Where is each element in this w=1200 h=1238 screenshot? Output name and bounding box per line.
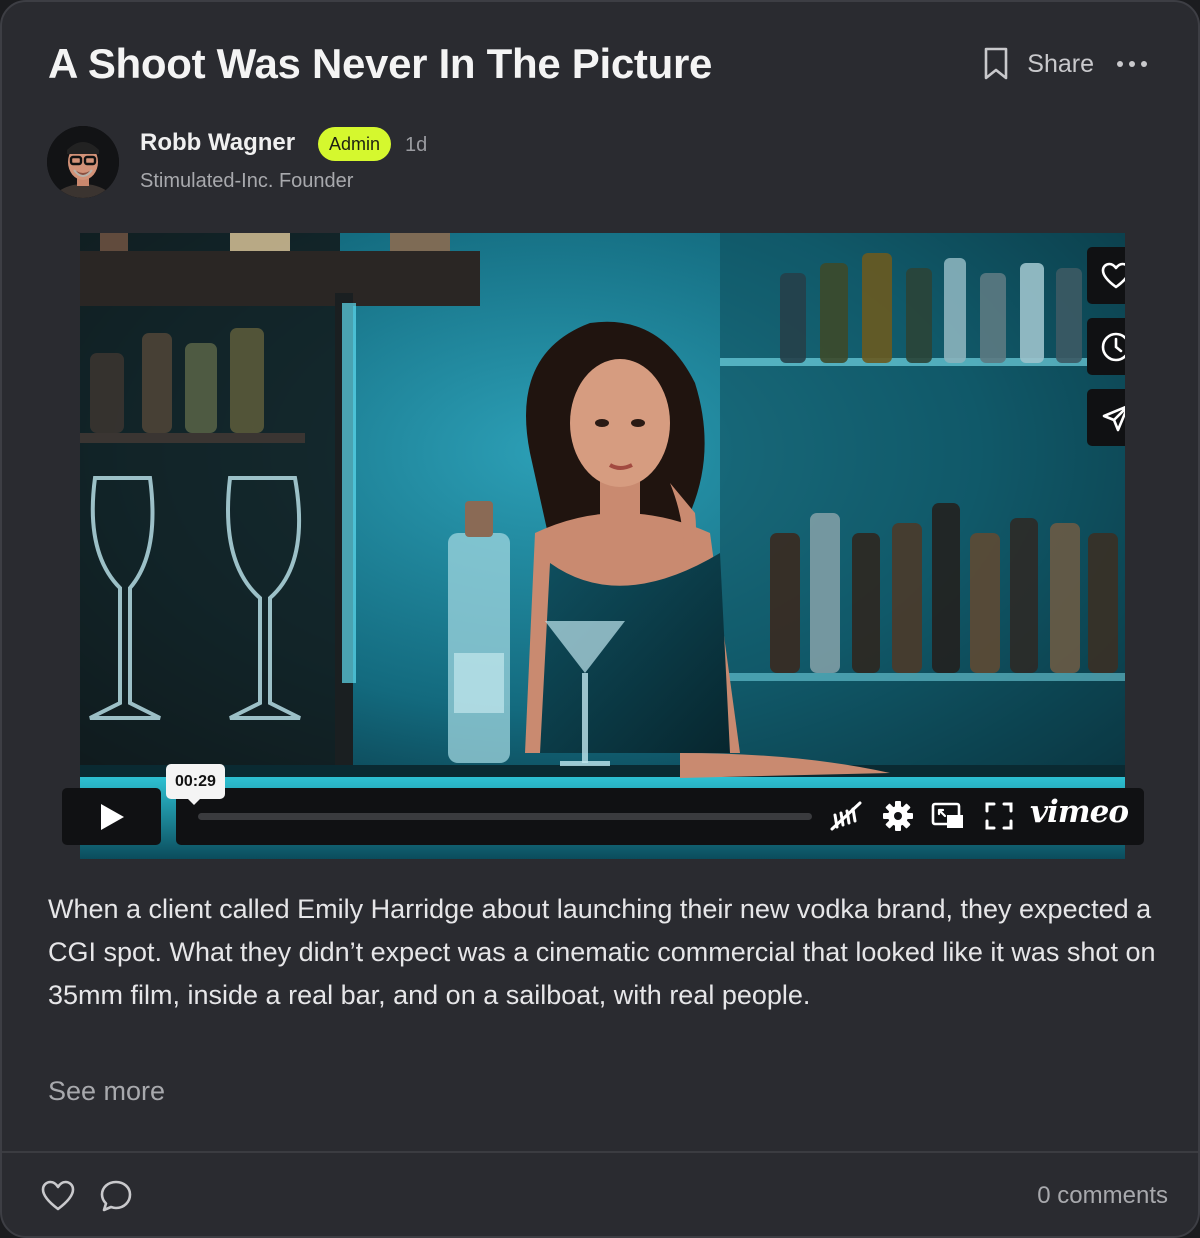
- comments-count[interactable]: 0 comments: [1037, 1182, 1168, 1210]
- video-frame: [80, 233, 1125, 859]
- like-button[interactable]: [39, 1177, 77, 1215]
- timestamp-tooltip: 00:29: [166, 764, 225, 805]
- post-card: A Shoot Was Never In The Picture Share R…: [0, 0, 1200, 1238]
- play-button[interactable]: [62, 788, 161, 845]
- like-video-button[interactable]: [1087, 247, 1125, 304]
- post-body: When a client called Emily Harridge abou…: [48, 894, 1156, 1010]
- pip-icon[interactable]: [930, 798, 966, 834]
- vimeo-logo[interactable]: vimeo: [1030, 794, 1129, 830]
- send-icon: [1102, 405, 1125, 431]
- settings-icon[interactable]: [880, 798, 916, 834]
- clock-icon: [1101, 332, 1125, 361]
- heart-icon: [41, 1180, 75, 1211]
- post-title: A Shoot Was Never In The Picture: [48, 40, 713, 87]
- share-button[interactable]: Share: [1027, 50, 1094, 79]
- more-options-icon[interactable]: [1112, 46, 1152, 82]
- comment-icon: [100, 1180, 132, 1212]
- author-name[interactable]: Robb Wagner: [140, 129, 295, 157]
- admin-badge: Admin: [318, 127, 392, 161]
- see-more-link[interactable]: See more: [48, 1076, 165, 1107]
- share-video-button[interactable]: [1087, 389, 1125, 446]
- video-player[interactable]: [80, 233, 1125, 859]
- author-role: Stimulated-Inc. Founder: [140, 170, 354, 192]
- fullscreen-icon[interactable]: [982, 798, 1016, 834]
- play-icon: [100, 803, 124, 830]
- comment-button[interactable]: [97, 1177, 135, 1215]
- footer-divider: [2, 1151, 1198, 1153]
- bookmark-icon[interactable]: [981, 46, 1011, 82]
- watch-later-button[interactable]: [1087, 318, 1125, 375]
- heart-icon: [1101, 262, 1125, 288]
- progress-track[interactable]: [198, 813, 812, 820]
- hd-off-icon[interactable]: [828, 798, 864, 834]
- post-time: 1d: [405, 134, 428, 156]
- post-actions: Share: [981, 46, 1152, 82]
- video-controls: vimeo: [176, 788, 1144, 845]
- avatar[interactable]: [47, 126, 119, 198]
